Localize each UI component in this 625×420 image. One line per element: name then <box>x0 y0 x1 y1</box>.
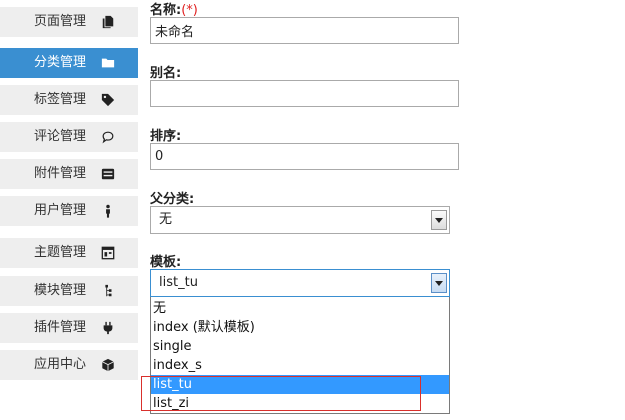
sidebar-item-label: 评论管理 <box>34 129 87 144</box>
comment-icon <box>100 129 116 145</box>
sidebar-item-label: 模块管理 <box>34 283 87 298</box>
cube-icon <box>100 357 116 373</box>
tag-icon <box>100 92 116 108</box>
sitemap-icon <box>100 283 116 299</box>
archive-icon <box>100 166 116 182</box>
chevron-down-icon[interactable] <box>431 210 447 230</box>
alias-label: 别名: <box>150 66 182 81</box>
parent-label: 父分类: <box>150 192 195 207</box>
template-select[interactable]: list_tu <box>150 269 450 297</box>
sidebar-item-label: 标签管理 <box>34 92 87 107</box>
sidebar-item-tags[interactable]: 标签管理 <box>0 85 138 115</box>
sidebar-item-label: 插件管理 <box>34 320 87 335</box>
alias-input[interactable] <box>150 80 459 107</box>
folder-icon <box>100 55 116 71</box>
template-option[interactable]: list_zi <box>151 394 449 413</box>
plug-icon <box>100 320 116 336</box>
parent-select[interactable]: 无 <box>150 206 450 234</box>
sidebar-item-themes[interactable]: 主题管理 <box>0 238 138 268</box>
sidebar-item-attachments[interactable]: 附件管理 <box>0 159 138 189</box>
sidebar-item-label: 附件管理 <box>34 166 87 181</box>
template-dropdown-list: 无 index (默认模板) single index_s list_tu li… <box>150 297 450 414</box>
sidebar-item-label: 主题管理 <box>34 245 87 260</box>
chevron-down-icon[interactable] <box>431 273 447 293</box>
sidebar-item-modules[interactable]: 模块管理 <box>0 276 138 306</box>
template-option-selected[interactable]: list_tu <box>151 375 449 394</box>
sidebar-item-app-center[interactable]: 应用中心 <box>0 350 138 380</box>
layout-icon <box>100 245 116 261</box>
file-copy-icon <box>100 14 116 30</box>
name-label-text: 名称: <box>150 3 182 18</box>
parent-select-value: 无 <box>159 212 173 227</box>
template-option[interactable]: index_s <box>151 356 449 375</box>
template-label: 模板: <box>150 255 182 270</box>
sidebar-item-categories[interactable]: 分类管理 <box>0 48 138 78</box>
sidebar-item-label: 页面管理 <box>34 14 87 29</box>
sidebar-item-label: 用户管理 <box>34 203 87 218</box>
order-input[interactable] <box>150 143 459 170</box>
sidebar-item-pages[interactable]: 页面管理 <box>0 7 138 37</box>
required-mark: (*) <box>181 3 198 18</box>
sidebar-item-label: 应用中心 <box>34 357 87 372</box>
order-label: 排序: <box>150 129 182 144</box>
template-option[interactable]: index (默认模板) <box>151 318 449 337</box>
sidebar-nav: 页面管理 分类管理 标签管理 评论管理 附件管理 用户管理 主题管理 模块管理 … <box>0 0 140 420</box>
sidebar-item-label: 分类管理 <box>34 55 87 70</box>
name-label: 名称:(*) <box>150 0 198 18</box>
template-option[interactable]: 无 <box>151 299 449 318</box>
template-select-value: list_tu <box>159 275 198 290</box>
name-input[interactable] <box>150 17 459 44</box>
person-icon <box>100 203 116 219</box>
sidebar-item-comments[interactable]: 评论管理 <box>0 122 138 152</box>
sidebar-item-users[interactable]: 用户管理 <box>0 196 138 226</box>
sidebar-item-plugins[interactable]: 插件管理 <box>0 313 138 343</box>
template-option[interactable]: single <box>151 337 449 356</box>
